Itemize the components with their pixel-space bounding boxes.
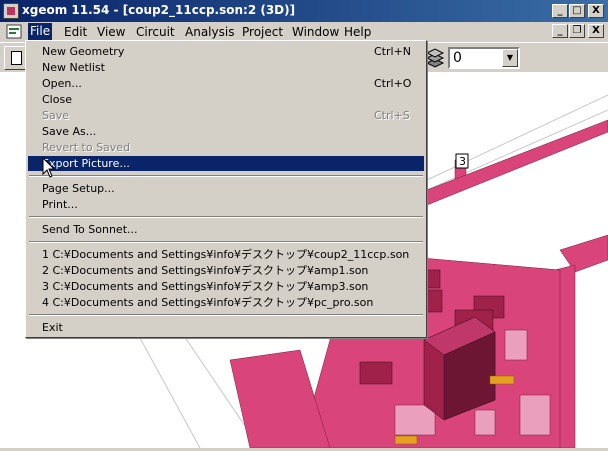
port-label: 3 xyxy=(459,155,466,168)
mdi-minimize-button[interactable]: _ xyxy=(552,24,568,38)
window-title: xgeom 11.54 - [coup2_11ccp.son:2 (3D)] xyxy=(22,3,296,17)
chevron-down-icon[interactable]: ▼ xyxy=(502,49,518,67)
menu-separator xyxy=(29,314,423,316)
menu-help[interactable]: Help xyxy=(344,25,371,39)
menu-item-new-geometry[interactable]: New Geometry Ctrl+N xyxy=(28,44,424,59)
menu-item-save[interactable]: Save Ctrl+S xyxy=(28,108,424,123)
layer-select[interactable]: 0 ▼ xyxy=(448,47,520,69)
menu-item-save-as[interactable]: Save As... xyxy=(28,124,424,139)
menu-item-print[interactable]: Print... xyxy=(28,197,424,212)
menu-separator xyxy=(29,175,423,177)
menu-item-recent-file-4[interactable]: 4 C:¥Documents and Settings¥info¥デスクトップ¥… xyxy=(28,295,424,310)
mouse-cursor-icon xyxy=(42,157,56,178)
menu-item-export-picture[interactable]: Export Picture... xyxy=(28,156,424,171)
menu-item-open[interactable]: Open... Ctrl+O xyxy=(28,76,424,91)
file-menu-dropdown: New Geometry Ctrl+N New Netlist Open... … xyxy=(25,40,427,338)
menu-item-recent-file-2[interactable]: 2 C:¥Documents and Settings¥info¥デスクトップ¥… xyxy=(28,263,424,278)
document-window-icon[interactable] xyxy=(6,24,22,39)
menu-item-close[interactable]: Close xyxy=(28,92,424,107)
title-bar[interactable]: xgeom 11.54 - [coup2_11ccp.son:2 (3D)] _… xyxy=(0,0,608,22)
layers-icon[interactable] xyxy=(425,47,445,69)
menu-view[interactable]: View xyxy=(97,25,125,39)
menu-item-revert-to-saved[interactable]: Revert to Saved xyxy=(28,140,424,155)
close-button[interactable]: X xyxy=(588,4,604,18)
menu-edit[interactable]: Edit xyxy=(64,25,87,39)
mdi-close-button[interactable]: X xyxy=(588,24,604,38)
menu-analysis[interactable]: Analysis xyxy=(185,25,234,39)
menu-item-send-to-sonnet[interactable]: Send To Sonnet... xyxy=(28,222,424,237)
mdi-restore-button[interactable]: ❐ xyxy=(569,24,585,38)
app-icon[interactable] xyxy=(3,3,19,19)
maximize-button[interactable]: □ xyxy=(569,4,585,18)
menu-circuit[interactable]: Circuit xyxy=(136,25,175,39)
menu-window[interactable]: Window xyxy=(292,25,339,39)
layer-select-value: 0 xyxy=(453,50,462,66)
menu-bar: File Edit View Circuit Analysis Project … xyxy=(0,22,608,42)
minimize-button[interactable]: _ xyxy=(552,4,568,18)
menu-file[interactable]: File xyxy=(28,23,53,40)
menu-project[interactable]: Project xyxy=(242,25,283,39)
menu-separator xyxy=(29,241,423,243)
menu-item-new-netlist[interactable]: New Netlist xyxy=(28,60,424,75)
menu-separator xyxy=(29,216,423,218)
menu-item-page-setup[interactable]: Page Setup... xyxy=(28,181,424,196)
menu-item-recent-file-1[interactable]: 1 C:¥Documents and Settings¥info¥デスクトップ¥… xyxy=(28,247,424,262)
menu-item-recent-file-3[interactable]: 3 C:¥Documents and Settings¥info¥デスクトップ¥… xyxy=(28,279,424,294)
menu-item-exit[interactable]: Exit xyxy=(28,320,424,335)
